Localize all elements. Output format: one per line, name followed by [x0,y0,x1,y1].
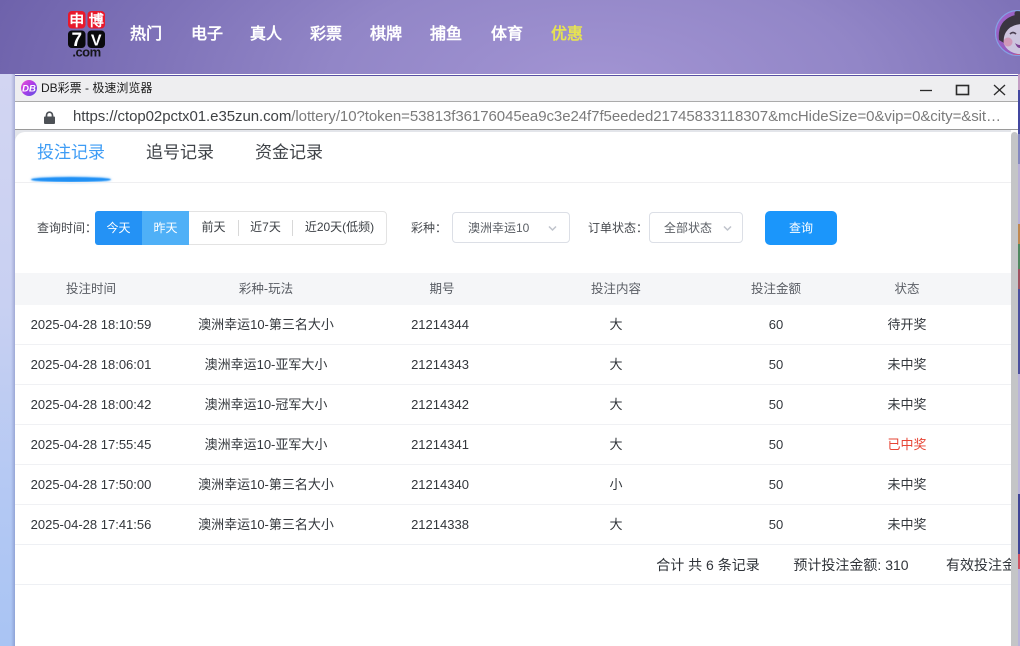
svg-text:博: 博 [89,12,104,30]
svg-text:申: 申 [69,12,84,30]
svg-text:DB: DB [22,84,36,95]
svg-text:.com: .com [72,45,100,58]
